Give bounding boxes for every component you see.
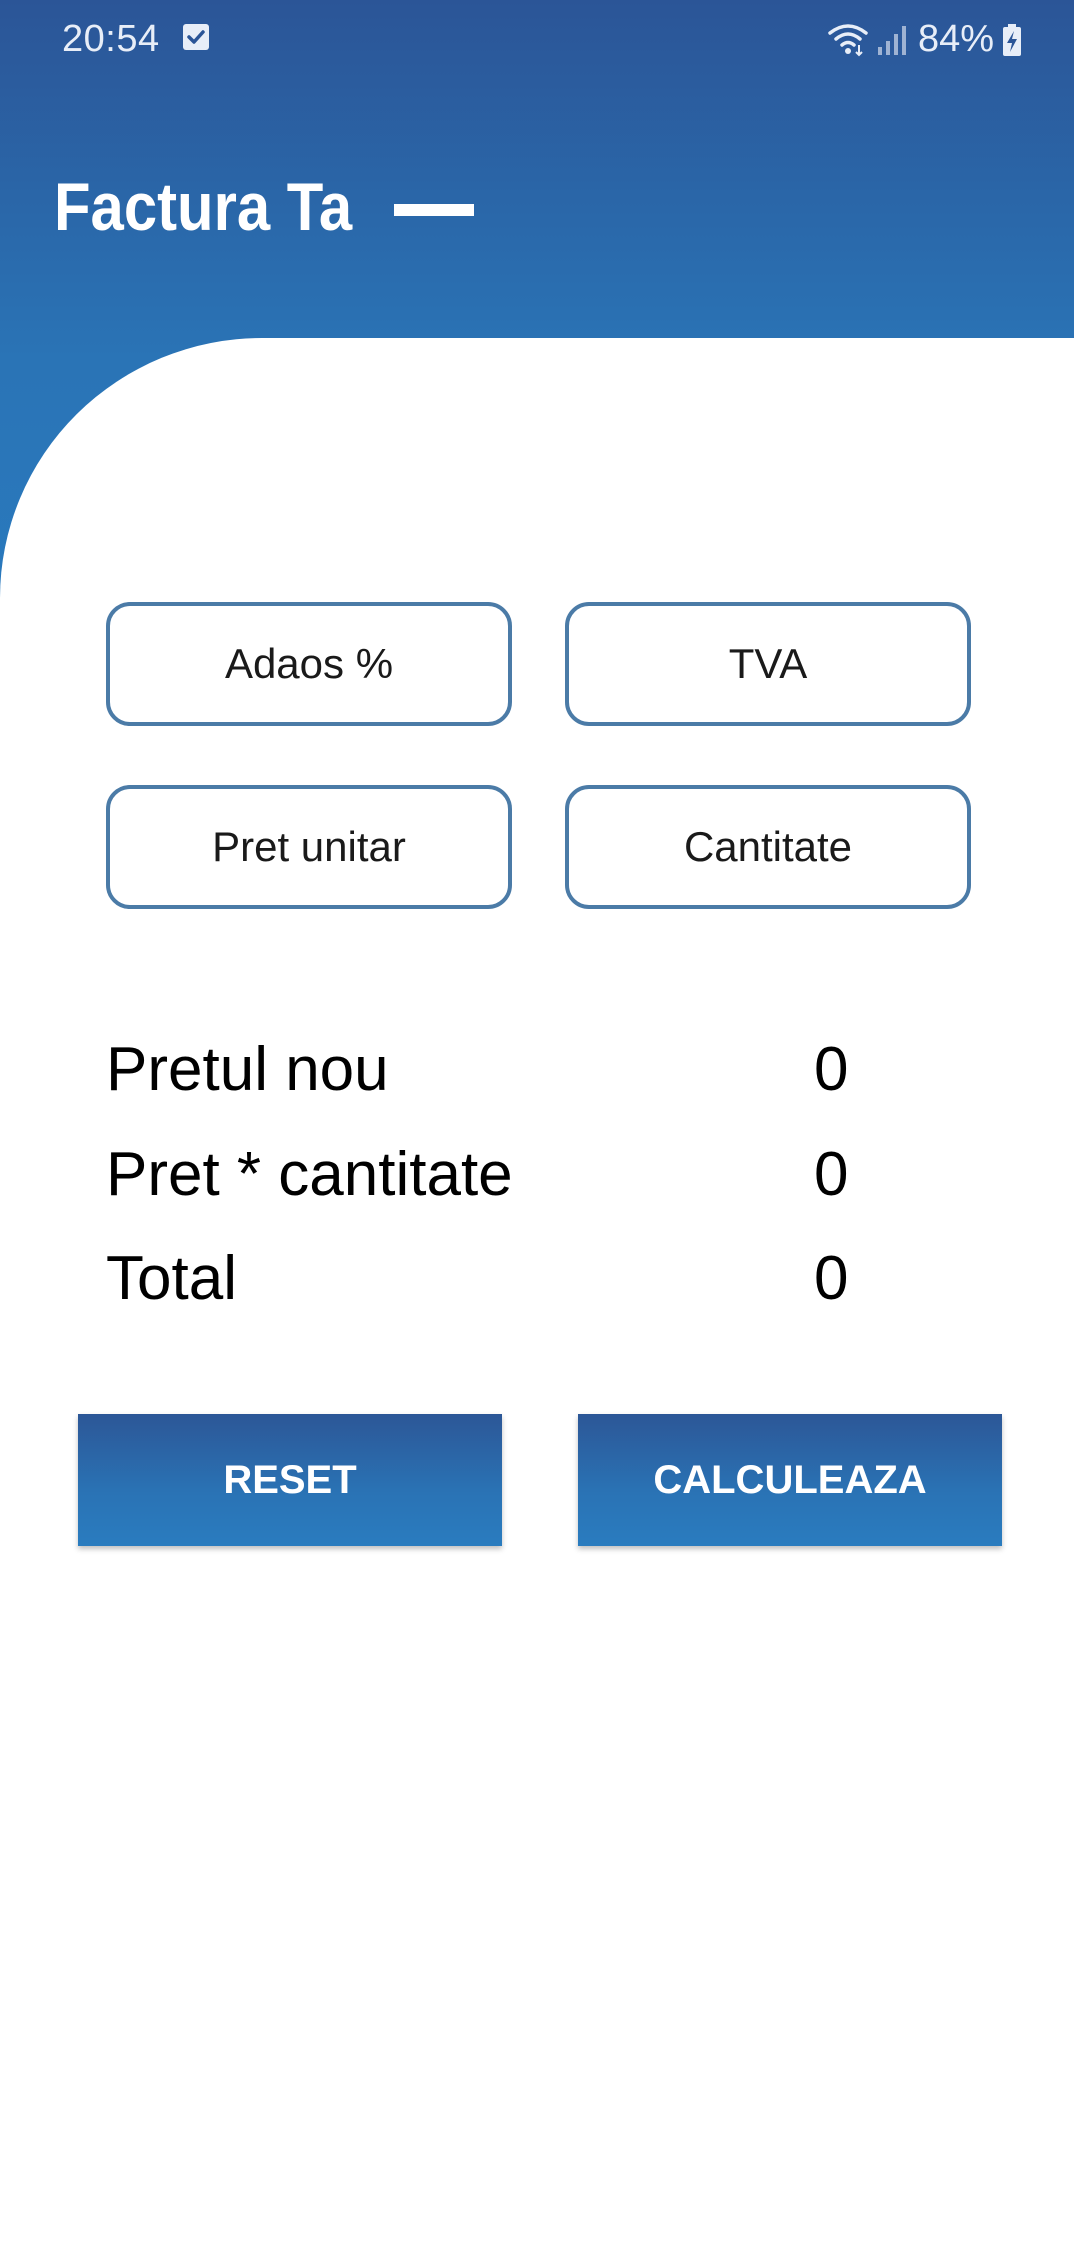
battery-charging-icon	[1003, 23, 1021, 56]
adaos-input[interactable]	[110, 639, 508, 689]
signal-icon	[877, 25, 906, 55]
result-row-pretul-nou: Pretul nou 0	[106, 1034, 906, 1114]
pret-unitar-input[interactable]	[110, 822, 508, 872]
cantitate-input[interactable]	[569, 822, 967, 872]
cantitate-field[interactable]	[565, 785, 971, 909]
tva-field[interactable]	[565, 602, 971, 726]
app-title: Factura Ta	[54, 169, 353, 245]
result-label: Total	[106, 1244, 237, 1313]
result-value: 0	[814, 1140, 849, 1209]
result-value: 0	[814, 1244, 849, 1313]
reset-button[interactable]: RESET	[78, 1414, 502, 1546]
status-icons: 84%	[828, 18, 1022, 61]
result-row-pret-cantitate: Pret * cantitate 0	[106, 1139, 906, 1219]
check-box-icon	[183, 24, 209, 50]
battery-percent: 84%	[917, 18, 994, 60]
calculate-button[interactable]: CALCULEAZA	[578, 1414, 1002, 1546]
status-time: 20:54	[62, 18, 160, 60]
wifi-icon	[828, 23, 868, 56]
adaos-field[interactable]	[106, 602, 512, 726]
result-label: Pret * cantitate	[106, 1140, 513, 1209]
result-label: Pretul nou	[106, 1035, 389, 1104]
pret-unitar-field[interactable]	[106, 785, 512, 909]
result-value: 0	[814, 1035, 849, 1104]
title-dash-decoration	[394, 204, 474, 216]
status-bar: 20:54 84%	[0, 0, 1074, 80]
result-row-total: Total 0	[106, 1243, 906, 1323]
tva-input[interactable]	[569, 639, 967, 689]
